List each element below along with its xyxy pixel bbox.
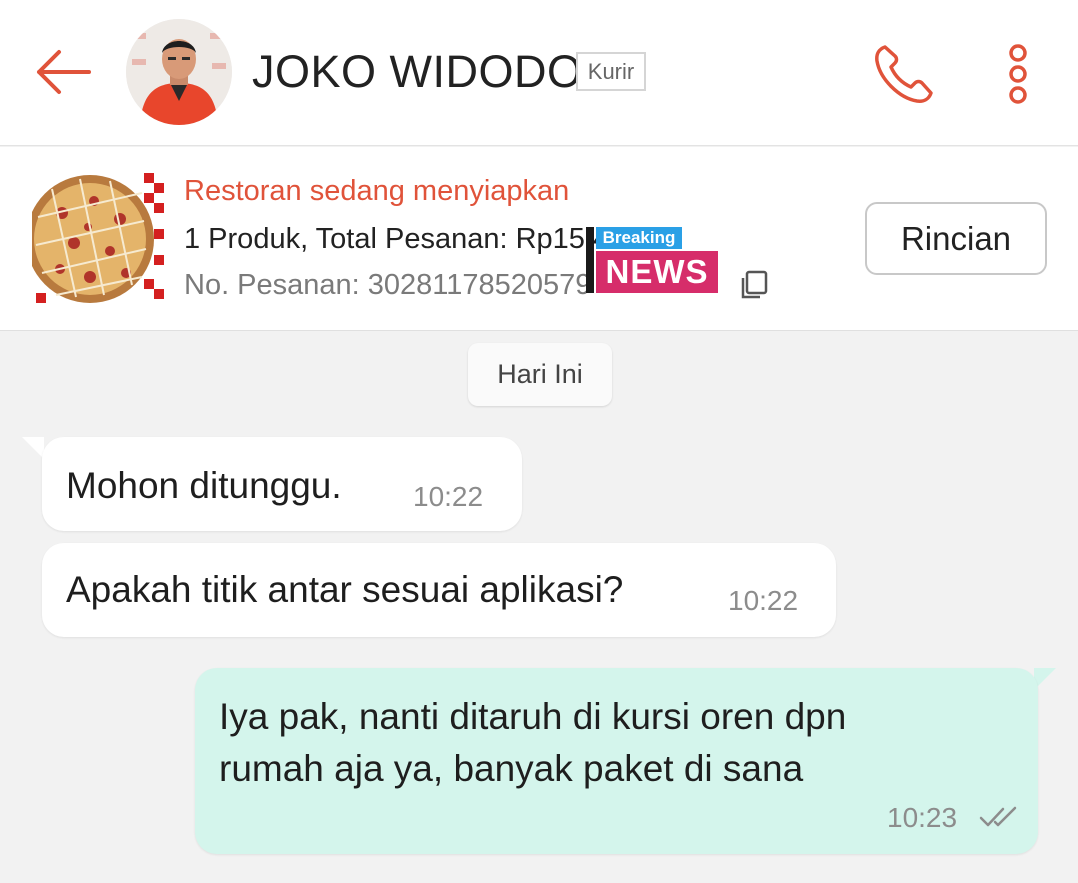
copy-order-number-button[interactable] [738,269,770,301]
message-text: Mohon ditunggu. [66,465,342,506]
message-text-line: Iya pak, nanti ditaruh di kursi oren dpn [219,696,847,737]
pizza-image [32,173,164,305]
phone-icon [875,45,933,103]
message-time: 10:23 [887,802,958,833]
breaking-news-watermark: Breaking NEWS [586,223,722,297]
more-options-button[interactable] [990,38,1046,110]
message-time: 10:22 [413,481,484,512]
order-number: No. Pesanan: 30281178520579 [184,269,592,301]
more-vertical-icon [1009,44,1027,104]
role-badge: Kurir [576,52,646,91]
date-separator: Hari Ini [468,343,612,406]
message-bubble-incoming[interactable]: Mohon ditunggu. 10:22 [42,437,522,531]
details-button[interactable]: Rincian [865,202,1047,275]
back-arrow-icon [37,50,91,94]
call-button[interactable] [866,38,942,110]
watermark-breaking: Breaking [596,227,682,249]
order-summary: 1 Produk, Total Pesanan: Rp15.495 [184,223,642,255]
double-check-icon [979,806,1017,827]
order-status: Restoran sedang menyiapkan [184,175,570,207]
chat-header: JOKO WIDODO Kurir [0,0,1078,146]
copy-icon [741,270,768,299]
order-card[interactable]: Restoran sedang menyiapkan 1 Produk, Tot… [0,147,1078,331]
message-text-line: rumah aja ya, banyak paket di sana [219,748,804,789]
back-button[interactable] [30,42,96,102]
bubble-tail [22,437,44,459]
product-thumbnail [32,173,164,305]
contact-name: JOKO WIDODO [252,46,583,97]
message-text: Apakah titik antar sesuai aplikasi? [66,569,624,610]
message-time: 10:22 [728,585,799,616]
watermark-bar [586,227,594,293]
message-bubble-incoming[interactable]: Apakah titik antar sesuai aplikasi? 10:2… [42,543,836,637]
message-bubble-outgoing[interactable]: Iya pak, nanti ditaruh di kursi oren dpn… [195,668,1038,854]
watermark-news: NEWS [596,251,718,293]
avatar[interactable] [126,19,232,125]
